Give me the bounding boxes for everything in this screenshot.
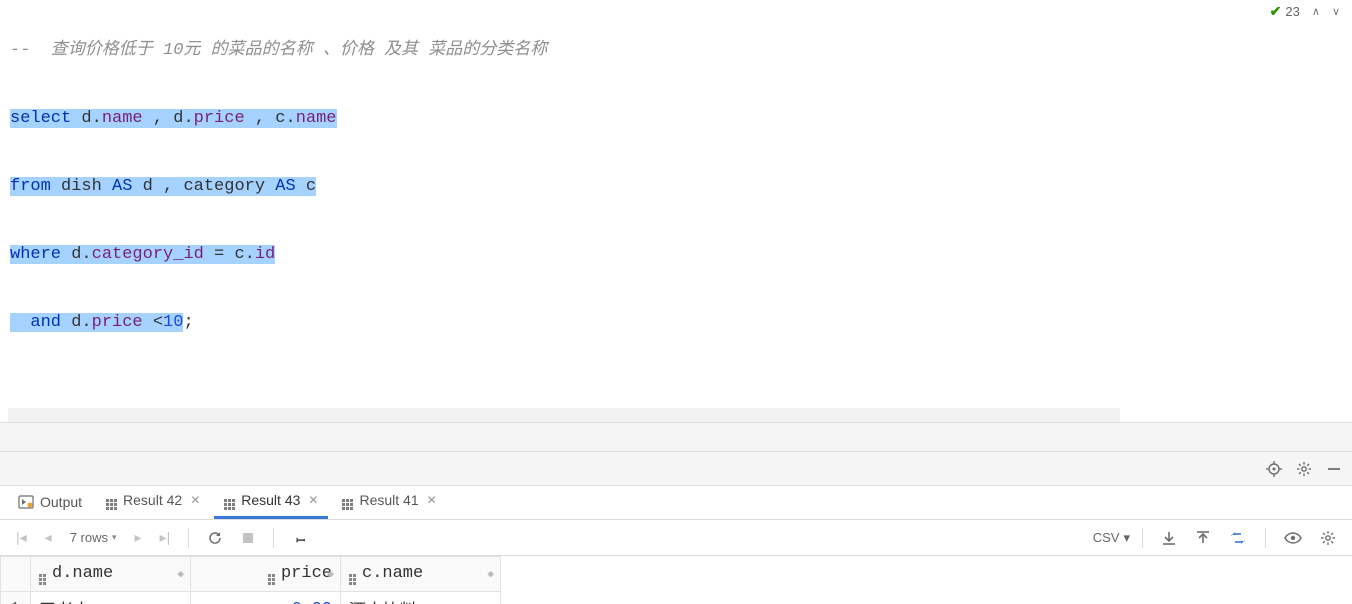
output-icon [18,494,34,510]
rownum-header [1,557,31,592]
pin-icon[interactable] [286,526,314,550]
chevron-down-icon: ▾ [112,532,117,543]
rownum-cell: 1 [1,592,31,604]
editor-scrollbar[interactable] [0,408,1352,422]
result-toolbar: |◂ ◂ 7 rows▾ ▸ ▸| CSV▾ [0,520,1352,556]
tab-output[interactable]: Output [8,488,92,519]
panel-divider[interactable] [0,422,1352,452]
tab-result-41-label: Result 41 [359,492,418,508]
column-icon [349,574,356,585]
sql-comment: -- 查询价格低于 10元 的菜品的名称 、价格 及其 菜品的分类名称 [10,41,547,60]
export-format-selector[interactable]: CSV▾ [1093,530,1130,546]
cell-cname[interactable]: 酒水饮料 [341,592,501,604]
column-header-cname[interactable]: c.name◆ [341,557,501,592]
download-icon[interactable] [1155,526,1183,550]
next-problem-icon[interactable]: ∨ [1328,5,1344,18]
sql-editor[interactable]: ✔ 23 ∧ ∨ -- 查询价格低于 10元 的菜品的名称 、价格 及其 菜品的… [0,0,1352,422]
sort-icon[interactable]: ◆ [327,567,334,581]
column-header-price[interactable]: price◆ [191,557,341,592]
problems-count[interactable]: 23 [1285,4,1299,19]
compare-icon[interactable] [1223,526,1253,550]
table-row[interactable]: 1王老吉6.00酒水饮料 [1,592,501,604]
problems-check-icon[interactable]: ✔ [1270,3,1282,20]
stop-icon[interactable] [235,527,261,549]
tab-result-42[interactable]: Result 42 ✕ [96,483,210,519]
gear-icon[interactable] [1314,526,1342,550]
last-page-icon[interactable]: ▸| [154,525,177,550]
prev-problem-icon[interactable]: ∧ [1308,5,1324,18]
sort-icon[interactable]: ◆ [487,567,494,581]
tab-result-41[interactable]: Result 41 ✕ [332,483,446,519]
table-icon [106,489,117,510]
close-icon[interactable]: ✕ [308,493,318,507]
first-page-icon[interactable]: |◂ [10,525,33,550]
rowcount-selector[interactable]: 7 rows▾ [64,528,123,547]
header-row: d.name◆ price◆ c.name◆ [1,557,501,592]
column-icon [268,574,275,585]
refresh-icon[interactable] [201,526,229,550]
table-icon [224,489,235,510]
tab-output-label: Output [40,494,82,510]
eye-icon[interactable] [1278,526,1308,550]
upload-icon[interactable] [1189,526,1217,550]
next-page-icon[interactable]: ▸ [129,525,148,550]
result-grid[interactable]: d.name◆ price◆ c.name◆ 1王老吉6.00酒水饮料2北冰洋4… [0,556,1352,604]
cell-price[interactable]: 6.00 [191,592,341,604]
table-icon [342,489,353,510]
column-icon [39,574,46,585]
sort-icon[interactable]: ◆ [177,567,184,581]
close-icon[interactable]: ✕ [190,493,200,507]
target-icon[interactable] [1266,461,1282,477]
cell-dname[interactable]: 王老吉 [31,592,191,604]
chevron-down-icon: ▾ [1123,530,1130,546]
close-icon[interactable]: ✕ [427,493,437,507]
column-header-dname[interactable]: d.name◆ [31,557,191,592]
tab-result-43[interactable]: Result 43 ✕ [214,483,328,519]
prev-page-icon[interactable]: ◂ [39,525,58,550]
tab-result-43-label: Result 43 [241,492,300,508]
tab-result-42-label: Result 42 [123,492,182,508]
minimize-icon[interactable] [1326,461,1342,477]
gear-icon[interactable] [1296,461,1312,477]
result-tabs: Output Result 42 ✕ Result 43 ✕ Result 41… [0,486,1352,520]
